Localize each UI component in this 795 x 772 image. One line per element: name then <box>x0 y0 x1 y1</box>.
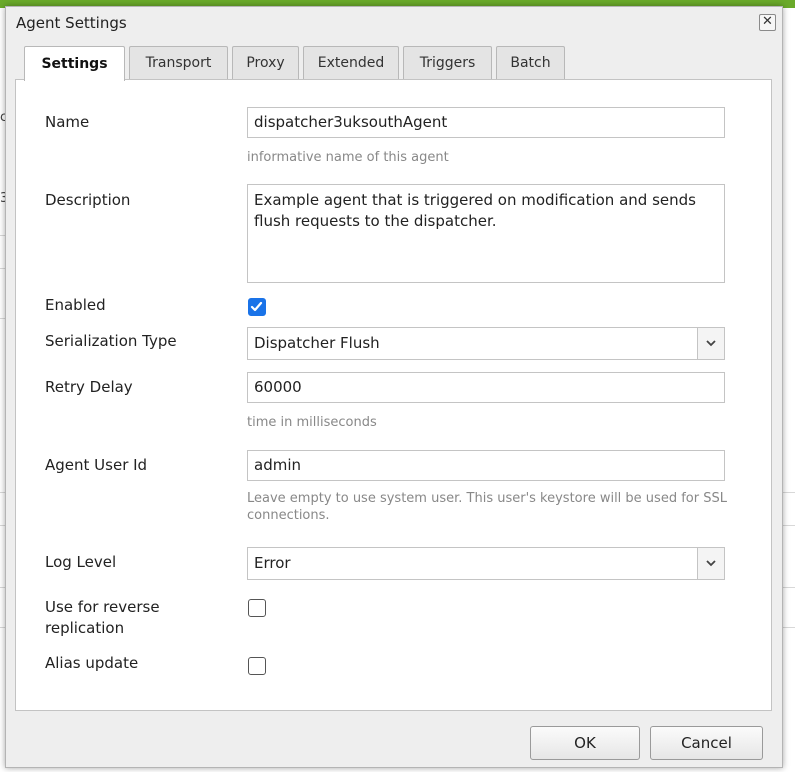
cancel-button-label: Cancel <box>681 734 732 752</box>
chevron-down-icon[interactable] <box>697 548 724 579</box>
alias-update-checkbox[interactable] <box>248 657 266 675</box>
ok-button-label: OK <box>574 734 596 752</box>
tab-label: Proxy <box>246 55 285 71</box>
agent-settings-dialog: Agent Settings ✕ Settings Transport Prox… <box>5 6 783 768</box>
agent-user-id-input[interactable]: admin <box>247 450 725 481</box>
log-level-label: Log Level <box>45 553 117 571</box>
tab-label: Settings <box>41 56 108 72</box>
name-label: Name <box>45 113 90 131</box>
close-button[interactable]: ✕ <box>759 14 776 31</box>
cancel-button[interactable]: Cancel <box>650 726 763 760</box>
serialization-type-label: Serialization Type <box>45 332 177 350</box>
retry-delay-input[interactable]: 60000 <box>247 372 725 403</box>
close-icon: ✕ <box>762 14 773 29</box>
log-level-select[interactable]: Error <box>247 547 725 580</box>
agent-user-id-hint: Leave empty to use system user. This use… <box>247 491 727 523</box>
enabled-label: Enabled <box>45 296 106 314</box>
reverse-replication-label-line2: replication <box>45 619 125 637</box>
reverse-replication-checkbox[interactable] <box>248 599 266 617</box>
serialization-type-value: Dispatcher Flush <box>254 334 380 352</box>
retry-delay-hint: time in milliseconds <box>247 415 377 430</box>
checkmark-icon <box>250 301 263 312</box>
description-label: Description <box>45 191 131 209</box>
tab-triggers[interactable]: Triggers <box>403 46 492 79</box>
description-textarea[interactable]: Example agent that is triggered on modif… <box>247 184 725 283</box>
retry-delay-label: Retry Delay <box>45 378 133 396</box>
tab-label: Extended <box>317 55 385 71</box>
log-level-value: Error <box>254 554 291 572</box>
tab-extended[interactable]: Extended <box>303 46 399 79</box>
tab-label: Batch <box>510 55 551 71</box>
alias-update-label: Alias update <box>45 654 139 672</box>
serialization-type-select[interactable]: Dispatcher Flush <box>247 327 725 360</box>
name-hint: informative name of this agent <box>247 150 449 165</box>
chevron-down-icon[interactable] <box>697 328 724 359</box>
tab-proxy[interactable]: Proxy <box>232 46 299 79</box>
tab-batch[interactable]: Batch <box>496 46 565 79</box>
agent-user-id-label: Agent User Id <box>45 456 148 474</box>
enabled-checkbox[interactable] <box>248 298 266 316</box>
dialog-title: Agent Settings <box>16 14 127 32</box>
reverse-replication-label: Use for reverse replication <box>45 597 160 639</box>
ok-button[interactable]: OK <box>530 726 640 760</box>
tab-settings[interactable]: Settings <box>24 46 125 81</box>
name-input[interactable]: dispatcher3uksouthAgent <box>247 107 725 138</box>
reverse-replication-label-line1: Use for reverse <box>45 598 160 616</box>
tab-transport[interactable]: Transport <box>129 46 228 79</box>
tab-label: Transport <box>145 55 212 71</box>
tab-label: Triggers <box>419 55 476 71</box>
